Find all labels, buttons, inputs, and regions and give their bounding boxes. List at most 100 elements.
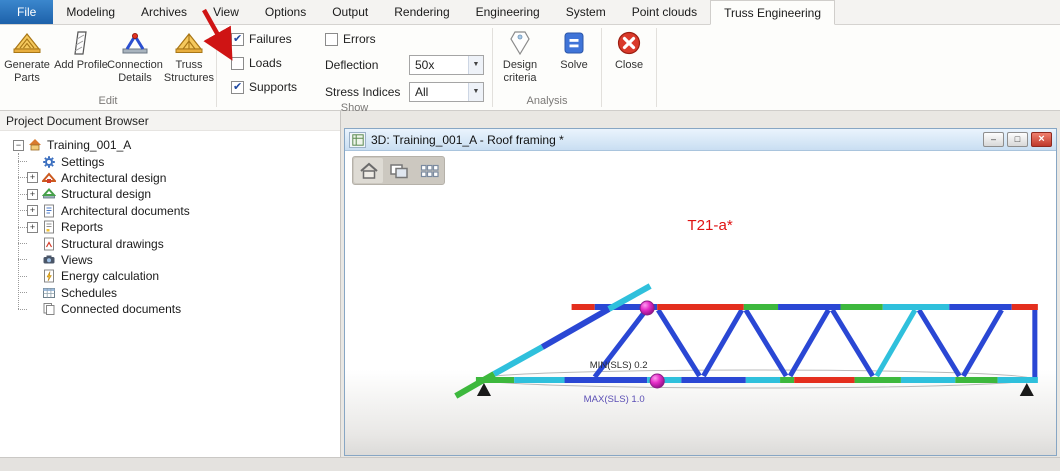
- viewport-title: 3D: Training_001_A - Roof framing *: [371, 133, 978, 147]
- design-criteria-button[interactable]: Design criteria: [493, 25, 547, 84]
- tab-truss-engineering[interactable]: Truss Engineering: [710, 0, 835, 25]
- generate-parts-button[interactable]: Generate Parts: [0, 25, 54, 84]
- tree-item-structural-design[interactable]: + Structural design: [0, 186, 340, 202]
- arch-documents-icon: [41, 204, 57, 218]
- tab-file[interactable]: File: [0, 0, 53, 24]
- tree-item-architectural-design[interactable]: + Architectural design: [0, 170, 340, 186]
- expand-toggle[interactable]: +: [27, 172, 38, 183]
- tree-item-energy-calculation[interactable]: + Energy calculation: [0, 268, 340, 284]
- truss-name-label: T21-a*: [687, 217, 732, 234]
- viewport-canvas[interactable]: T21-a* MIN(SLS) 0.2 MAX(SLS) 1.0: [345, 151, 1056, 455]
- tree-stub: [18, 210, 27, 211]
- tab-output[interactable]: Output: [319, 0, 381, 24]
- connection-details-icon: [121, 29, 149, 57]
- expand-toggle[interactable]: +: [27, 189, 38, 200]
- tab-modeling[interactable]: Modeling: [53, 0, 128, 24]
- truss-structures-label: Truss Structures: [162, 59, 216, 84]
- tree-item-structural-drawings[interactable]: + Structural drawings: [0, 235, 340, 251]
- tree-stub: [18, 161, 27, 162]
- ribbon-group-show: Failures Loads Supports Errors: [217, 25, 492, 110]
- tree-item-label: Structural design: [61, 187, 151, 201]
- viewport-window: 3D: Training_001_A - Roof framing * – □ …: [344, 128, 1057, 456]
- connection-details-button[interactable]: Connection Details: [108, 25, 162, 84]
- expand-toggle[interactable]: +: [27, 222, 38, 233]
- tree-item-label: Connected documents: [61, 302, 181, 316]
- generate-parts-icon: [13, 29, 41, 57]
- chevron-down-icon[interactable]: ▼: [468, 83, 483, 101]
- maximize-button[interactable]: □: [1007, 132, 1028, 147]
- ribbon-group-analysis: Design criteria Solve Analysis: [493, 25, 601, 110]
- grid-views-button[interactable]: [414, 158, 443, 183]
- tab-system[interactable]: System: [553, 0, 619, 24]
- failures-checkbox[interactable]: Failures: [231, 31, 317, 47]
- tab-engineering[interactable]: Engineering: [463, 0, 553, 24]
- deflection-select[interactable]: 50x ▼: [409, 55, 484, 75]
- close-button[interactable]: Close: [602, 25, 656, 72]
- errors-checkbox[interactable]: Errors: [325, 31, 484, 47]
- solve-button[interactable]: Solve: [547, 25, 601, 72]
- gear-icon: [41, 155, 57, 169]
- truss-structures-button[interactable]: Truss Structures: [162, 25, 216, 84]
- cascade-views-button[interactable]: [384, 158, 413, 183]
- collapse-toggle[interactable]: −: [13, 140, 24, 151]
- chevron-down-icon[interactable]: ▼: [468, 56, 483, 74]
- tree-item-connected-documents[interactable]: + Connected documents: [0, 301, 340, 317]
- supports-checkbox[interactable]: Supports: [231, 79, 317, 95]
- close-group-label: [602, 106, 656, 110]
- tree-item-settings[interactable]: + Settings: [0, 153, 340, 169]
- tree-item-training-root[interactable]: − Training_001_A: [0, 137, 340, 153]
- add-profile-button[interactable]: Add Profile: [54, 25, 108, 72]
- tree-item-architectural-documents[interactable]: + Architectural documents: [0, 203, 340, 219]
- tab-point-clouds[interactable]: Point clouds: [619, 0, 710, 24]
- viewport-title-bar[interactable]: 3D: Training_001_A - Roof framing * – □ …: [345, 129, 1056, 151]
- schedules-icon: [41, 286, 57, 300]
- tree-stub: [18, 227, 27, 228]
- stress-indices-label: Stress Indices: [325, 85, 405, 99]
- tree-stub: [18, 309, 27, 310]
- reports-icon: [41, 220, 57, 234]
- viewport-toolbar: [352, 156, 445, 185]
- design-criteria-icon: [506, 29, 534, 57]
- tree-item-schedules[interactable]: + Schedules: [0, 285, 340, 301]
- truss-structures-icon: [175, 29, 203, 57]
- min-sls-label: MIN(SLS) 0.2: [590, 360, 648, 371]
- design-criteria-label: Design criteria: [493, 59, 547, 84]
- tree-item-reports[interactable]: + Reports: [0, 219, 340, 235]
- tree-item-views[interactable]: + Views: [0, 252, 340, 268]
- deflection-label: Deflection: [325, 58, 405, 72]
- workspace: 3D: Training_001_A - Roof framing * – □ …: [341, 111, 1060, 457]
- views-icon: [41, 253, 57, 267]
- edit-group-label: Edit: [0, 94, 216, 110]
- stress-indices-value: All: [415, 85, 428, 99]
- analysis-group-label: Analysis: [493, 94, 601, 110]
- struct-design-icon: [41, 187, 57, 201]
- connected-documents-icon: [41, 302, 57, 316]
- tab-archives[interactable]: Archives: [128, 0, 200, 24]
- status-bar: [0, 457, 1060, 471]
- failures-checkbox-label: Failures: [249, 32, 292, 46]
- group-separator: [656, 28, 657, 107]
- document-tree: − Training_001_A +: [0, 131, 340, 457]
- connection-details-label: Connection Details: [107, 59, 163, 84]
- expand-toggle[interactable]: +: [27, 205, 38, 216]
- errors-checkbox-label: Errors: [343, 32, 376, 46]
- arch-design-icon: [41, 171, 57, 185]
- tree-item-label: Views: [61, 253, 93, 267]
- stress-indices-select[interactable]: All ▼: [409, 82, 484, 102]
- close-window-button[interactable]: ×: [1031, 132, 1052, 147]
- tab-rendering[interactable]: Rendering: [381, 0, 462, 24]
- loads-checkbox[interactable]: Loads: [231, 55, 317, 71]
- tree-stub: [18, 194, 27, 195]
- tree-stub: [18, 259, 27, 260]
- truss-3d-render[interactable]: T21-a* MIN(SLS) 0.2 MAX(SLS) 1.0: [345, 151, 1056, 455]
- tree-item-label: Settings: [61, 155, 104, 169]
- tab-view[interactable]: View: [200, 0, 252, 24]
- tree-stub: [18, 243, 27, 244]
- minimize-button[interactable]: –: [983, 132, 1004, 147]
- supports-checkbox-box: [231, 81, 244, 94]
- home-view-button[interactable]: [354, 158, 383, 183]
- failures-checkbox-box: [231, 33, 244, 46]
- supports-checkbox-label: Supports: [249, 80, 297, 94]
- tab-options[interactable]: Options: [252, 0, 319, 24]
- tree-item-label: Energy calculation: [61, 269, 159, 283]
